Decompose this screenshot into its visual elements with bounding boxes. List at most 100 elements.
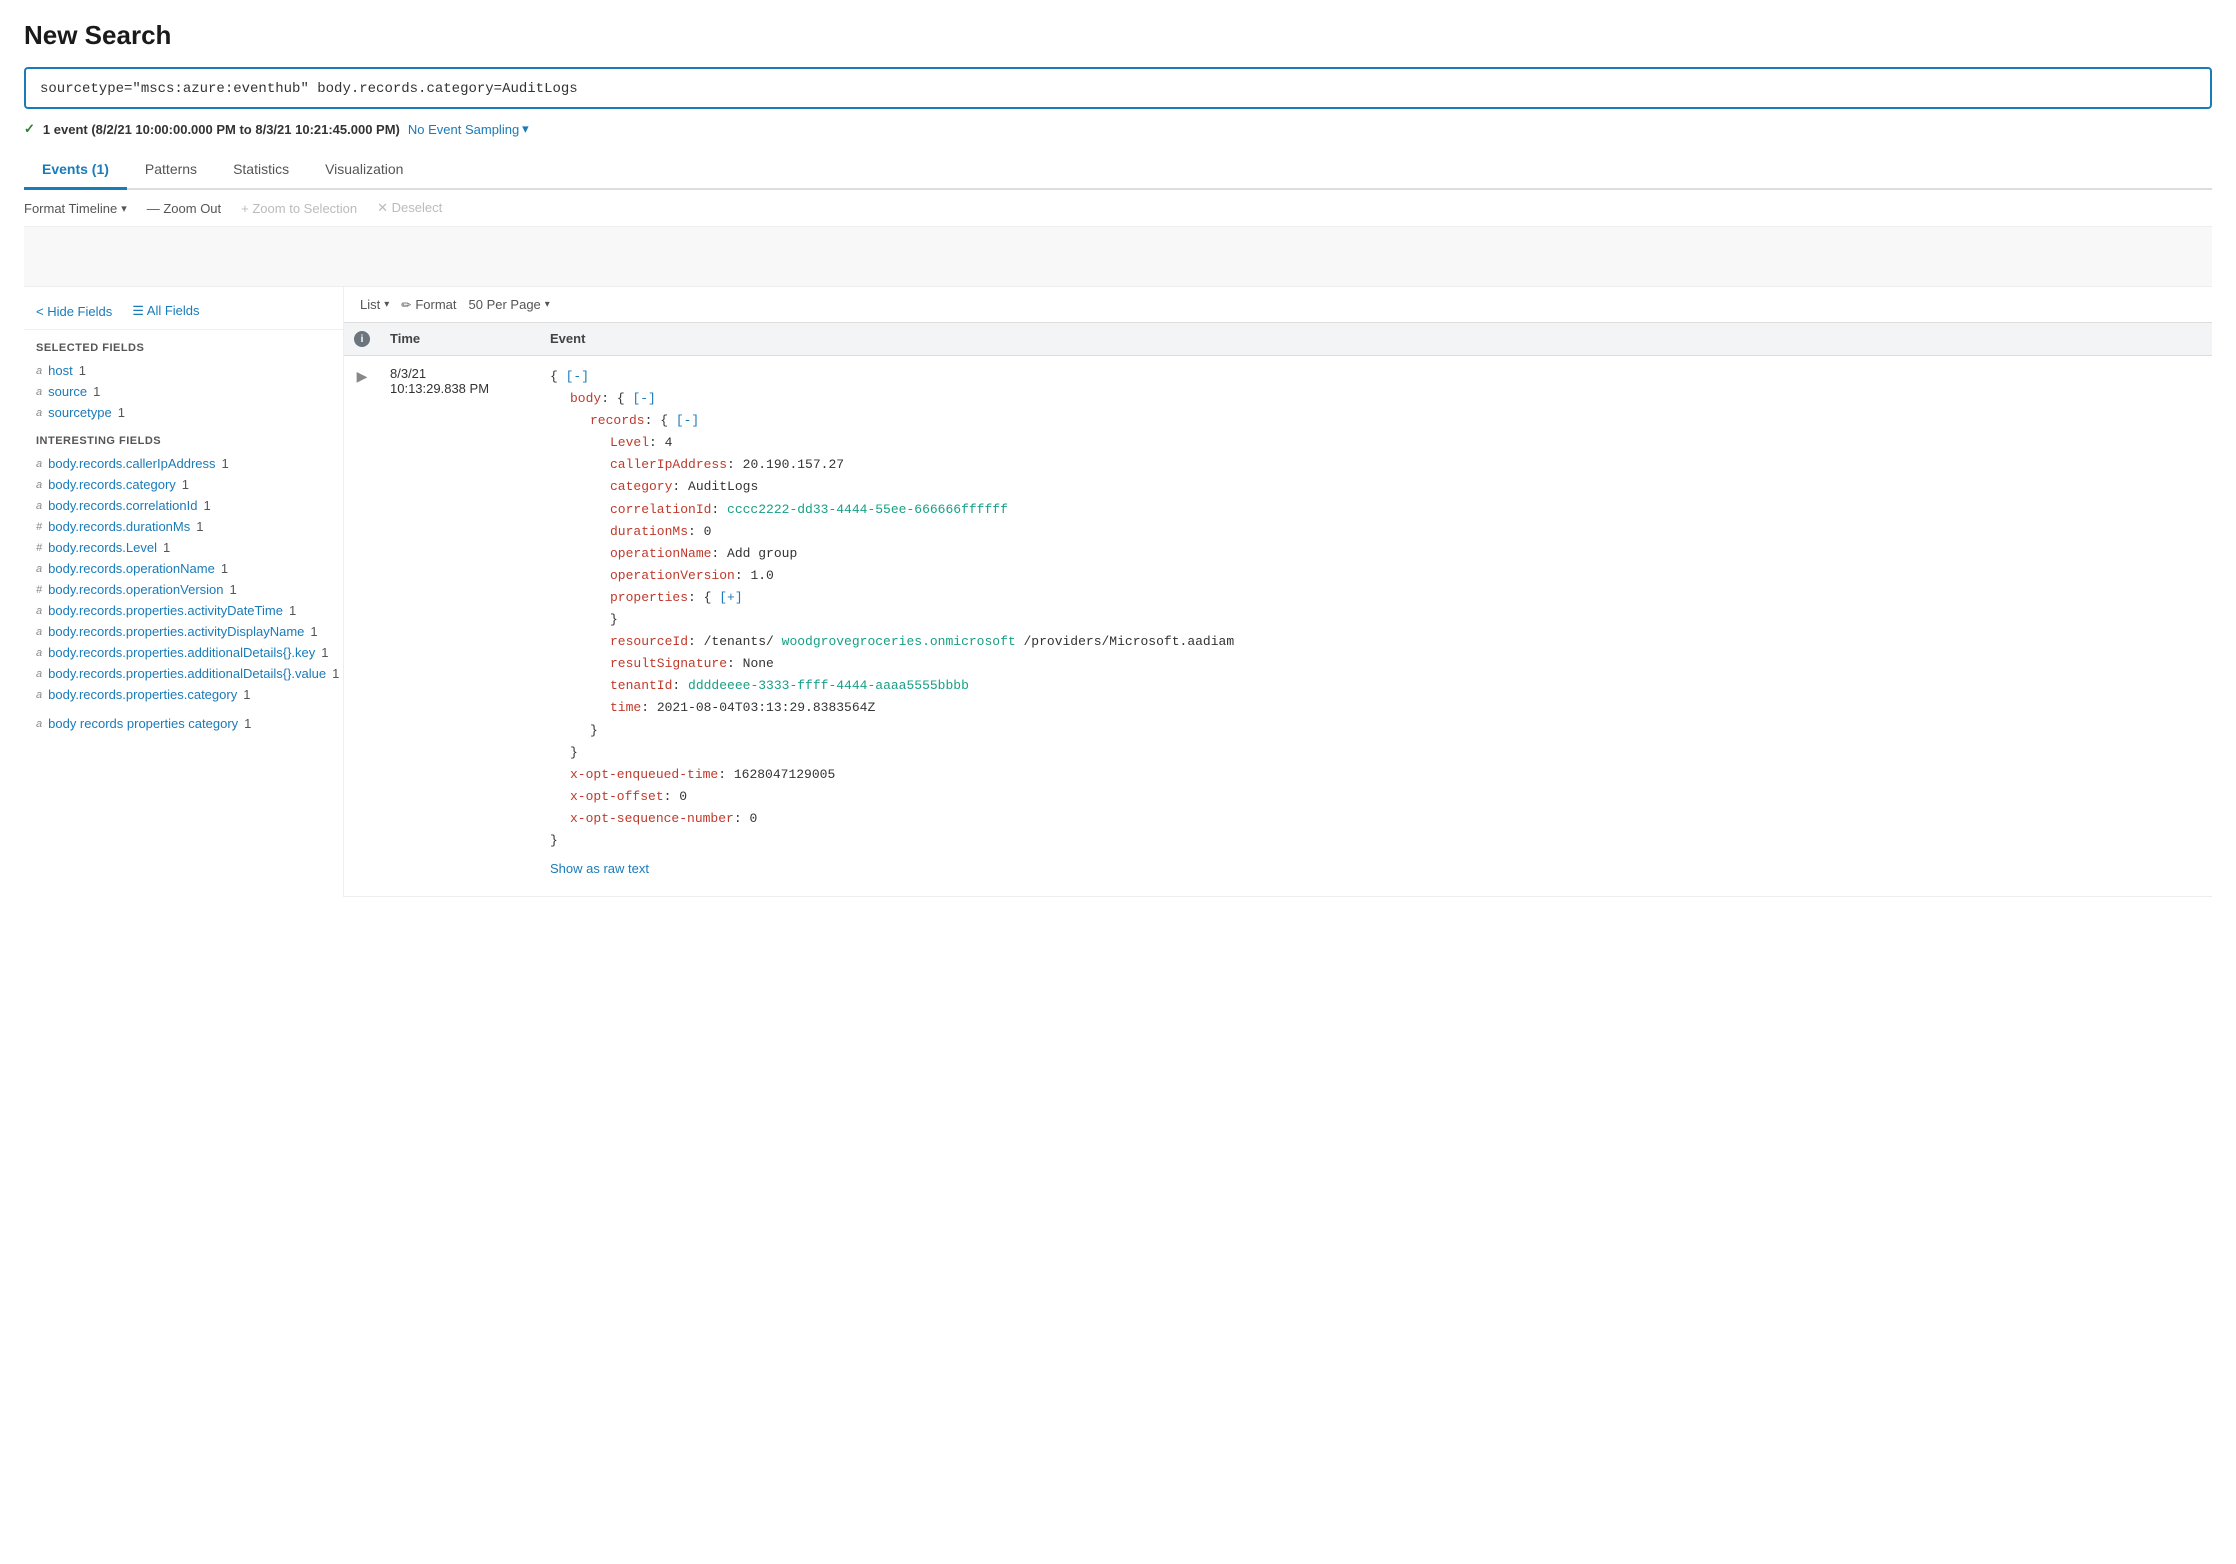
- json-line-xopt-offset: x-opt-offset: 0: [550, 786, 2202, 808]
- content-toolbar: List ▾ ✏ Format 50 Per Page ▾: [344, 287, 2212, 322]
- field-name-level[interactable]: body.records.Level: [48, 540, 157, 555]
- field-name-sourcetype[interactable]: sourcetype: [48, 405, 112, 420]
- json-line-close-body: }: [550, 742, 2202, 764]
- table-header-time: Time: [380, 323, 540, 355]
- field-type-source: a: [36, 386, 42, 398]
- field-propscategory: a body.records.properties.category 1: [24, 684, 343, 705]
- format-timeline-caret: ▾: [121, 202, 127, 215]
- field-type-activitydatetime: a: [36, 605, 42, 617]
- zoom-to-selection-button[interactable]: + Zoom to Selection: [241, 201, 357, 216]
- field-category: a body.records.category 1: [24, 474, 343, 495]
- per-page-caret: ▾: [545, 299, 550, 310]
- interesting-fields-section: INTERESTING FIELDS: [24, 423, 343, 453]
- format-timeline-button[interactable]: Format Timeline ▾: [24, 201, 127, 216]
- field-name-category[interactable]: body.records.category: [48, 477, 176, 492]
- search-input[interactable]: [40, 81, 2196, 97]
- show-raw-text[interactable]: Show as raw text: [550, 852, 2202, 886]
- field-name-operationname[interactable]: body.records.operationName: [48, 561, 215, 576]
- field-name-operationversion[interactable]: body.records.operationVersion: [48, 582, 223, 597]
- table-header-event: Event: [540, 323, 2212, 355]
- json-line-root-open: { [-]: [550, 366, 2202, 388]
- field-durationms: # body.records.durationMs 1: [24, 516, 343, 537]
- event-clock: 10:13:29.838 PM: [390, 381, 530, 396]
- list-button[interactable]: List ▾: [360, 297, 389, 312]
- table-header: i Time Event: [344, 322, 2212, 356]
- field-type-callerip: a: [36, 458, 42, 470]
- deselect-button[interactable]: ✕ Deselect: [377, 200, 442, 216]
- info-icon: i: [354, 331, 370, 347]
- field-type-category: a: [36, 479, 42, 491]
- field-name-host[interactable]: host: [48, 363, 73, 378]
- field-type-additionaldetailsvalue: a: [36, 668, 42, 680]
- json-expand-properties[interactable]: [+]: [719, 590, 742, 605]
- field-name-bottom[interactable]: body records properties category: [48, 716, 238, 731]
- field-type-activitydisplayname: a: [36, 626, 42, 638]
- event-content: { [-] body: { [-] records: { [-] Level: …: [540, 356, 2212, 896]
- field-name-durationms[interactable]: body.records.durationMs: [48, 519, 190, 534]
- json-val-resourceid-link[interactable]: woodgrovegroceries.onmicrosoft: [782, 634, 1016, 649]
- field-source: a source 1: [24, 381, 343, 402]
- content-area: List ▾ ✏ Format 50 Per Page ▾ i Time Ev: [344, 287, 2212, 897]
- all-fields-button[interactable]: ☰ All Fields: [132, 303, 199, 319]
- list-caret: ▾: [384, 299, 389, 310]
- json-line-resourceid: resourceId: /tenants/ woodgrovegroceries…: [550, 631, 2202, 653]
- tab-events[interactable]: Events (1): [24, 151, 127, 190]
- field-name-callerip[interactable]: body.records.callerIpAddress: [48, 456, 215, 471]
- field-type-additionaldetailskey: a: [36, 647, 42, 659]
- field-correlationid: a body.records.correlationId 1: [24, 495, 343, 516]
- search-bar: [24, 67, 2212, 109]
- field-name-additionaldetailskey[interactable]: body.records.properties.additionalDetail…: [48, 645, 315, 660]
- field-count-sourcetype: 1: [118, 405, 125, 420]
- field-count-callerip: 1: [222, 456, 229, 471]
- json-line-body: body: { [-]: [550, 388, 2202, 410]
- json-line-tenantid: tenantId: ddddeeee-3333-ffff-4444-aaaa55…: [550, 675, 2202, 697]
- event-time: 8/3/21 10:13:29.838 PM: [380, 356, 540, 896]
- field-name-propscategory[interactable]: body.records.properties.category: [48, 687, 237, 702]
- json-collapse-records[interactable]: [-]: [676, 413, 699, 428]
- json-line-records: records: { [-]: [550, 410, 2202, 432]
- tab-statistics[interactable]: Statistics: [215, 151, 307, 190]
- field-count-additionaldetailsvalue: 1: [332, 666, 339, 681]
- field-type-level: #: [36, 542, 42, 554]
- field-name-source[interactable]: source: [48, 384, 87, 399]
- field-operationname: a body.records.operationName 1: [24, 558, 343, 579]
- event-row: ▶ 8/3/21 10:13:29.838 PM { [-] body: { […: [344, 356, 2212, 897]
- json-line-operationname: operationName: Add group: [550, 543, 2202, 565]
- per-page-label: 50 Per Page: [469, 297, 541, 312]
- field-callerip: a body.records.callerIpAddress 1: [24, 453, 343, 474]
- field-count-additionaldetailskey: 1: [321, 645, 328, 660]
- field-level: # body.records.Level 1: [24, 537, 343, 558]
- field-name-correlationid[interactable]: body.records.correlationId: [48, 498, 197, 513]
- field-name-activitydisplayname[interactable]: body.records.properties.activityDisplayN…: [48, 624, 304, 639]
- field-count-activitydatetime: 1: [289, 603, 296, 618]
- field-name-additionaldetailsvalue[interactable]: body.records.properties.additionalDetail…: [48, 666, 326, 681]
- field-type-operationname: a: [36, 563, 42, 575]
- field-type-bottom: a: [36, 718, 42, 730]
- field-count-operationversion: 1: [230, 582, 237, 597]
- field-count-category: 1: [182, 477, 189, 492]
- event-date: 8/3/21: [390, 366, 530, 381]
- field-additionaldetailskey: a body.records.properties.additionalDeta…: [24, 642, 343, 663]
- format-button[interactable]: ✏ Format: [401, 297, 456, 312]
- per-page-button[interactable]: 50 Per Page ▾: [469, 297, 550, 312]
- event-sampling-dropdown[interactable]: No Event Sampling ▾: [408, 121, 529, 137]
- page-title: New Search: [24, 20, 2212, 51]
- field-sourcetype: a sourcetype 1: [24, 402, 343, 423]
- zoom-out-label: — Zoom Out: [147, 201, 221, 216]
- json-line-category: category: AuditLogs: [550, 476, 2202, 498]
- format-timeline-label: Format Timeline: [24, 201, 117, 216]
- field-type-sourcetype: a: [36, 407, 42, 419]
- tab-patterns[interactable]: Patterns: [127, 151, 215, 190]
- field-name-activitydatetime[interactable]: body.records.properties.activityDateTime: [48, 603, 283, 618]
- field-type-propscategory: a: [36, 689, 42, 701]
- hide-fields-button[interactable]: < Hide Fields: [36, 304, 112, 319]
- json-line-root-close: }: [550, 830, 2202, 852]
- tab-visualization[interactable]: Visualization: [307, 151, 421, 190]
- event-expander-button[interactable]: ▶: [344, 356, 380, 896]
- json-collapse-body[interactable]: [-]: [632, 391, 655, 406]
- zoom-out-button[interactable]: — Zoom Out: [147, 201, 221, 216]
- list-label: List: [360, 297, 380, 312]
- field-count-level: 1: [163, 540, 170, 555]
- json-collapse-root[interactable]: [-]: [566, 369, 589, 384]
- field-additionaldetailsvalue: a body.records.properties.additionalDeta…: [24, 663, 343, 684]
